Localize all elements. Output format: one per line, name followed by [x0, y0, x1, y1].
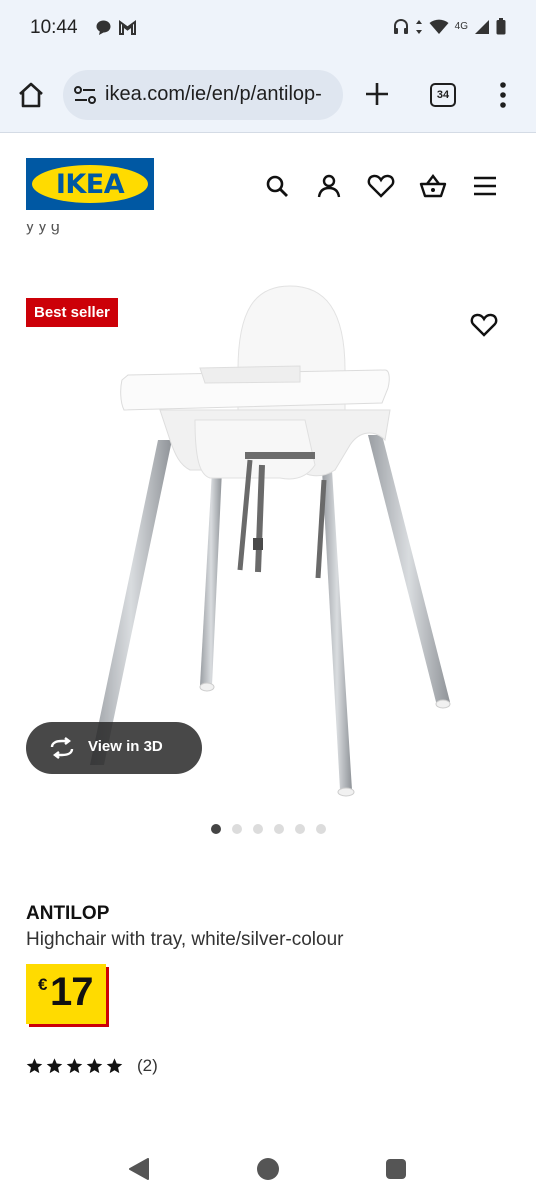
carousel-dot[interactable]	[295, 824, 305, 834]
account-icon[interactable]	[312, 169, 346, 203]
status-notification-icons	[95, 19, 137, 36]
headset-icon	[393, 18, 408, 34]
status-bar: 10:44 4G	[0, 0, 536, 58]
price-currency: €	[38, 975, 48, 994]
carousel-dot[interactable]	[316, 824, 326, 834]
rotate-3d-icon	[50, 737, 74, 759]
system-nav-bar	[0, 1130, 536, 1200]
carousel-dot[interactable]	[232, 824, 242, 834]
battery-icon	[496, 18, 506, 35]
price-tag: € 17	[26, 964, 106, 1024]
rating-count: (2)	[137, 1056, 158, 1075]
wifi-icon	[429, 19, 449, 34]
star-icon	[66, 1058, 83, 1074]
status-system-icons: 4G	[393, 18, 506, 35]
carousel-dot[interactable]	[211, 824, 221, 834]
gmail-icon	[119, 20, 136, 35]
search-icon[interactable]	[260, 169, 294, 203]
view-in-3d-label: View in 3D	[88, 738, 163, 755]
browser-toolbar: ikea.com/ie/en/p/antilop- 34	[0, 58, 536, 133]
favourites-icon[interactable]	[364, 169, 398, 203]
star-icon	[106, 1058, 123, 1074]
best-seller-badge: Best seller	[26, 298, 118, 327]
home-circle-icon[interactable]	[257, 1158, 279, 1180]
site-settings-icon[interactable]	[73, 85, 97, 105]
star-icon	[26, 1058, 43, 1074]
view-in-3d-button[interactable]: View in 3D	[26, 722, 202, 774]
star-icon	[46, 1058, 63, 1074]
price-value: 17	[50, 970, 93, 1014]
product-rating[interactable]: (2)	[26, 1056, 158, 1076]
product-name: ANTILOP	[26, 903, 110, 924]
back-icon[interactable]	[128, 1158, 150, 1180]
hamburger-icon[interactable]	[468, 169, 502, 203]
home-icon[interactable]	[16, 80, 46, 110]
status-time: 10:44	[30, 17, 78, 38]
signal-icon	[475, 19, 489, 34]
image-carousel-dots	[211, 824, 326, 834]
rating-stars	[26, 1058, 123, 1074]
menu-icon[interactable]	[496, 80, 510, 110]
site-header: IKEA	[0, 133, 536, 233]
new-tab-icon[interactable]	[363, 80, 391, 108]
chat-icon	[96, 20, 111, 35]
scrolled-text-fragment: y y g	[26, 224, 60, 235]
network-type: 4G	[454, 21, 468, 32]
logo-text: IKEA	[55, 169, 125, 200]
carousel-dot[interactable]	[274, 824, 284, 834]
data-arrows-icon	[415, 19, 422, 34]
address-bar[interactable]: ikea.com/ie/en/p/antilop-	[63, 70, 343, 120]
header-nav	[260, 169, 502, 203]
carousel-dot[interactable]	[253, 824, 263, 834]
star-icon	[86, 1058, 103, 1074]
recents-icon[interactable]	[386, 1159, 406, 1179]
product-description: Highchair with tray, white/silver-colour	[26, 929, 344, 950]
basket-icon[interactable]	[416, 169, 450, 203]
ikea-logo[interactable]: IKEA	[26, 158, 154, 210]
tabs-icon[interactable]: 34	[430, 83, 456, 107]
url-text[interactable]: ikea.com/ie/en/p/antilop-	[105, 83, 322, 106]
favourite-heart-icon[interactable]	[470, 311, 498, 339]
